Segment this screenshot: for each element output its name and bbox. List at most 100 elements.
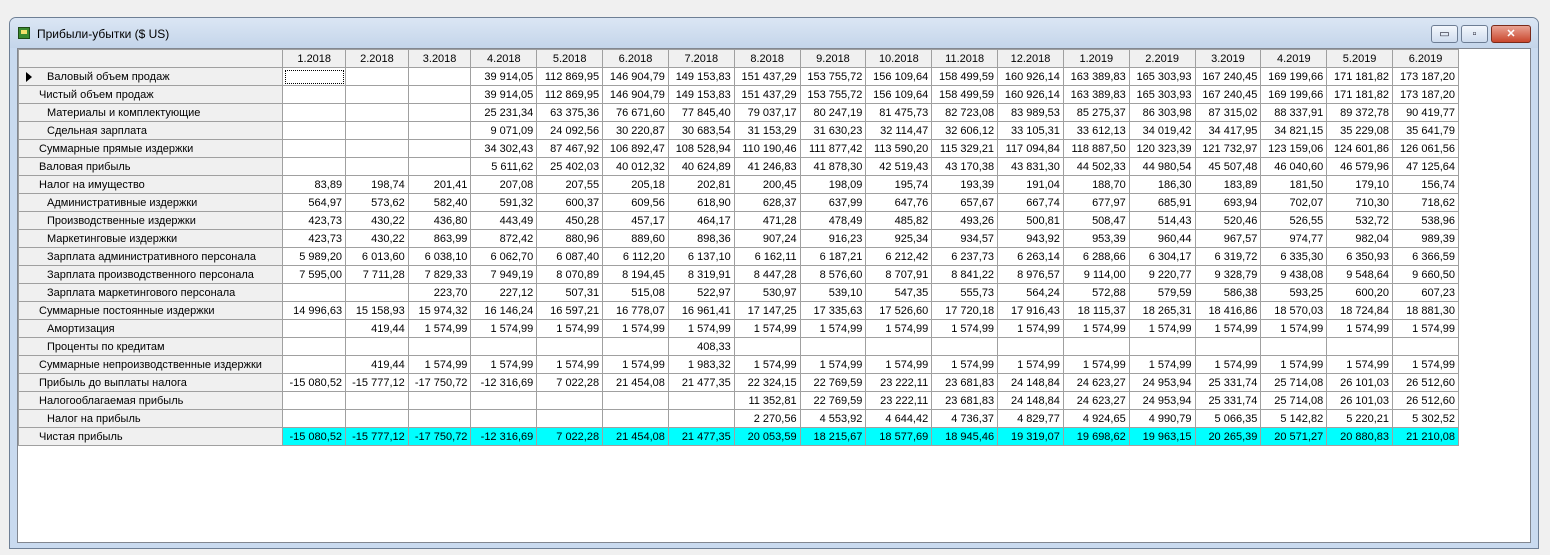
grid-cell[interactable]: 6 087,40 (536, 247, 604, 266)
grid-cell[interactable]: 108 528,94 (667, 139, 735, 158)
grid-cell[interactable]: 34 302,43 (470, 139, 538, 158)
table-row[interactable]: Зарплата административного персонала 5 98… (18, 247, 1459, 266)
grid-cell[interactable]: 6 237,73 (931, 247, 999, 266)
grid-cell[interactable]: 5 066,35 (1194, 409, 1262, 428)
grid-cell[interactable]: 1 574,99 (602, 355, 669, 374)
grid-cell[interactable]: 151 437,29 (733, 85, 801, 104)
table-row[interactable]: Чистый объем продаж 39 914,05 112 869,95 14… (18, 85, 1459, 104)
grid-cell[interactable]: 165 303,93 (1128, 85, 1196, 104)
column-header[interactable]: 11.2018 (931, 49, 999, 68)
grid-cell[interactable]: 450,28 (536, 211, 604, 230)
table-row[interactable]: Чистая прибыль -15 080,52 -15 777,12 -17 75… (18, 427, 1459, 446)
grid-cell[interactable] (282, 139, 347, 158)
close-button[interactable]: ✕ (1491, 25, 1531, 43)
grid-cell[interactable]: 163 389,83 (1062, 85, 1130, 104)
grid-cell[interactable] (345, 337, 409, 356)
grid-cell[interactable] (931, 337, 999, 356)
profit-loss-grid[interactable]: 1.2018 2.2018 3.2018 4.2018 5.2018 6.2018 7.20… (18, 49, 1459, 446)
column-header[interactable]: 3.2019 (1194, 49, 1262, 68)
grid-cell[interactable]: 79 037,17 (733, 103, 801, 122)
grid-cell[interactable]: 1 574,99 (865, 319, 933, 338)
grid-cell[interactable]: 967,57 (1194, 229, 1262, 248)
grid-cell[interactable] (282, 67, 347, 86)
grid-cell[interactable]: 7 829,33 (407, 265, 472, 284)
column-header[interactable]: 4.2019 (1260, 49, 1328, 68)
table-row[interactable]: Суммарные постоянные издержки 14 996,63 15… (18, 301, 1459, 320)
grid-cell[interactable]: 223,70 (407, 283, 472, 302)
grid-cell[interactable]: 34 821,15 (1260, 121, 1328, 140)
grid-cell[interactable]: 26 101,03 (1326, 373, 1394, 392)
grid-cell[interactable]: 188,70 (1062, 175, 1130, 194)
grid-cell[interactable]: 20 265,39 (1194, 427, 1262, 446)
grid-cell[interactable]: 17 147,25 (733, 301, 801, 320)
grid-cell[interactable]: 83,89 (282, 175, 347, 194)
grid-cell[interactable]: 76 671,60 (602, 103, 669, 122)
grid-cell[interactable]: 5 142,82 (1260, 409, 1328, 428)
grid-cell[interactable]: 5 611,62 (470, 157, 538, 176)
grid-cell[interactable]: 165 303,93 (1128, 67, 1196, 86)
table-row[interactable]: Прибыль до выплаты налога -15 080,52 -15 7… (18, 373, 1459, 392)
table-row[interactable]: Суммарные прямые издержки 34 302,43 87 467… (18, 139, 1459, 158)
grid-cell[interactable]: 25 331,74 (1194, 391, 1262, 410)
grid-cell[interactable]: 493,26 (931, 211, 999, 230)
grid-cell[interactable]: 1 574,99 (799, 355, 867, 374)
grid-cell[interactable]: 532,72 (1326, 211, 1394, 230)
grid-cell[interactable]: 19 698,62 (1062, 427, 1130, 446)
grid-cell[interactable]: 572,88 (1062, 283, 1130, 302)
column-header[interactable]: 5.2018 (536, 49, 604, 68)
grid-cell[interactable] (407, 409, 472, 428)
grid-cell[interactable]: 195,74 (865, 175, 933, 194)
grid-cell[interactable]: 146 904,79 (602, 67, 669, 86)
grid-cell[interactable]: 6 137,10 (667, 247, 735, 266)
grid-cell[interactable]: 6 038,10 (407, 247, 472, 266)
grid-cell[interactable] (407, 67, 472, 86)
grid-cell[interactable]: 419,44 (345, 319, 409, 338)
grid-cell[interactable]: 423,73 (282, 229, 347, 248)
grid-cell[interactable]: 982,04 (1326, 229, 1394, 248)
table-row[interactable]: Суммарные непроизводственные издержки 419… (18, 355, 1459, 374)
grid-cell[interactable]: 1 574,99 (602, 319, 669, 338)
table-row[interactable]: Производственные издержки 423,73 430,22 436… (18, 211, 1459, 230)
table-row[interactable]: Зарплата производственного персонала 7 59… (18, 265, 1459, 284)
grid-cell[interactable]: 23 222,11 (865, 373, 933, 392)
grid-cell[interactable]: 33 105,31 (997, 121, 1064, 140)
grid-cell[interactable]: -15 777,12 (345, 373, 409, 392)
grid-cell[interactable]: 628,37 (733, 193, 801, 212)
grid-cell[interactable] (282, 337, 347, 356)
grid-cell[interactable] (799, 337, 867, 356)
grid-cell[interactable]: 198,09 (799, 175, 867, 194)
grid-cell[interactable]: 201,41 (407, 175, 472, 194)
grid-cell[interactable]: 1 574,99 (931, 319, 999, 338)
grid-cell[interactable]: 26 512,60 (1392, 391, 1459, 410)
grid-cell[interactable]: 44 980,54 (1128, 157, 1196, 176)
grid-cell[interactable]: 120 323,39 (1128, 139, 1196, 158)
grid-cell[interactable]: 530,97 (733, 283, 801, 302)
grid-cell[interactable]: 169 199,66 (1260, 85, 1328, 104)
grid-cell[interactable]: 1 574,99 (1128, 355, 1196, 374)
grid-cell[interactable]: 24 953,94 (1128, 373, 1196, 392)
grid-cell[interactable]: 1 983,32 (667, 355, 735, 374)
row-label[interactable]: Зарплата административного персонала (18, 247, 284, 266)
grid-cell[interactable]: 618,90 (667, 193, 735, 212)
grid-cell[interactable]: 485,82 (865, 211, 933, 230)
grid-cell[interactable]: 18 570,03 (1260, 301, 1328, 320)
grid-cell[interactable]: 1 574,99 (536, 319, 604, 338)
grid-cell[interactable]: 39 914,05 (470, 67, 538, 86)
maximize-button[interactable]: ▫ (1461, 25, 1488, 43)
row-label[interactable]: Прибыль до выплаты налога (18, 373, 284, 392)
grid-cell[interactable]: 507,31 (536, 283, 604, 302)
grid-cell[interactable]: 1 574,99 (407, 319, 472, 338)
grid-cell[interactable]: 20 880,83 (1326, 427, 1394, 446)
grid-cell[interactable]: 17 335,63 (799, 301, 867, 320)
grid-cell[interactable]: 6 062,70 (470, 247, 538, 266)
column-header[interactable]: 2.2018 (345, 49, 409, 68)
grid-cell[interactable] (407, 337, 472, 356)
grid-cell[interactable]: 520,46 (1194, 211, 1262, 230)
grid-cell[interactable]: 34 019,42 (1128, 121, 1196, 140)
grid-cell[interactable]: 6 162,11 (733, 247, 801, 266)
grid-cell[interactable] (407, 85, 472, 104)
grid-cell[interactable]: 1 574,99 (799, 319, 867, 338)
grid-cell[interactable]: 1 574,99 (1062, 355, 1130, 374)
grid-cell[interactable]: 111 877,42 (799, 139, 867, 158)
grid-cell[interactable]: 5 302,52 (1392, 409, 1459, 428)
